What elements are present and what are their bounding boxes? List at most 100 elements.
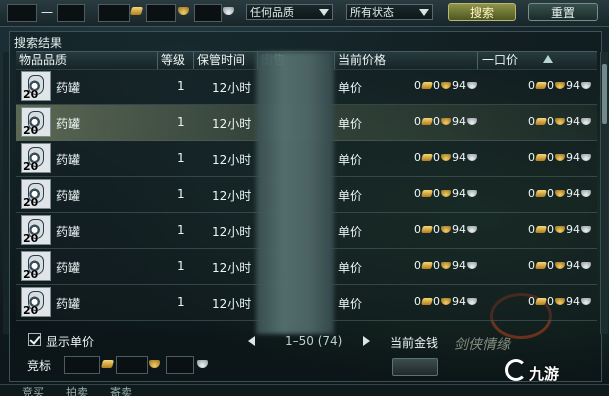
price-unit-label: 单价 [338,225,363,239]
status-dropdown[interactable]: 所有状态 [346,4,433,20]
current-price: 0 0 94 [414,295,478,308]
item-name: 药罐 [56,153,81,167]
watermark-logo-icon [505,359,527,381]
medicine-jar-icon[interactable]: 20 [21,179,51,209]
buyout-price-gold: 0 [547,115,554,128]
current-price-gold-bar: 0 [414,79,421,92]
watermark-text: 九游 [529,365,560,383]
item-quantity: 20 [23,232,39,245]
search-button[interactable]: 搜索 [448,3,516,21]
buyout-price-silver: 94 [566,115,580,128]
scroll-thumb[interactable] [602,64,607,124]
bid-gold-input[interactable] [116,356,148,374]
gold-ingot-icon [178,7,189,15]
item-quantity: 20 [23,88,39,101]
medicine-jar-icon[interactable]: 20 [21,287,51,317]
buyout-price: 0 0 94 [528,79,592,92]
bid-silver-input[interactable] [166,356,194,374]
gold-bar-icon [535,154,547,161]
current-price-silver: 94 [452,115,466,128]
current-price-gold-bar: 0 [414,151,421,164]
buyout-price-silver: 94 [566,259,580,272]
gold-ingot-icon [555,154,565,161]
price-gold-input[interactable] [146,4,176,22]
current-price-gold: 0 [433,187,440,200]
buyout-price-gold: 0 [547,295,554,308]
price-gold-bar-input[interactable] [98,4,130,22]
current-price-gold: 0 [433,223,440,236]
bid-gold-bar-input[interactable] [64,356,100,374]
next-page-icon[interactable] [363,336,370,346]
gold-bar-icon [100,360,115,368]
buyout-price: 0 0 94 [528,115,592,128]
current-price: 0 0 94 [414,259,478,272]
gold-ingot-icon [441,298,451,305]
buyout-price-gold-bar: 0 [528,79,535,92]
current-gold-label: 当前金钱 [390,336,439,350]
col-keep-time[interactable]: 保管时间 [197,53,245,68]
gold-bar-icon [421,298,433,305]
current-price-gold: 0 [433,151,440,164]
price-silver-input[interactable] [194,4,222,22]
panel-title: 搜索结果 [14,36,63,50]
silver-ingot-icon [581,154,591,161]
silver-ingot-icon [223,7,234,15]
level-min-input[interactable] [7,4,37,22]
medicine-jar-icon[interactable]: 20 [21,251,51,281]
reset-button[interactable]: 重置 [528,3,598,21]
price-unit-label: 单价 [338,189,363,203]
col-current-price[interactable]: 当前价格 [338,53,386,68]
silver-ingot-icon [581,226,591,233]
quality-dropdown[interactable]: 任何品质 [246,4,333,20]
current-price-gold: 0 [433,79,440,92]
gold-bar-icon [535,226,547,233]
buyout-price: 0 0 94 [528,259,592,272]
bottom-tabs [0,384,609,396]
gold-ingot-icon [441,118,451,125]
col-level[interactable]: 等级 [161,53,185,68]
gold-bar-icon [421,118,433,125]
prev-page-icon[interactable] [248,336,255,346]
medicine-jar-icon[interactable]: 20 [21,71,51,101]
item-quantity: 20 [23,304,39,317]
buyout-price-gold-bar: 0 [528,295,535,308]
buyout-price-gold-bar: 0 [528,187,535,200]
show-unit-price-checkbox[interactable] [28,333,41,346]
item-level: 1 [177,187,185,201]
medicine-jar-icon[interactable]: 20 [21,107,51,137]
tab-consign[interactable]: 寄卖 [110,384,132,396]
tab-bidding[interactable]: 竞买 [22,384,44,396]
current-price-gold-bar: 0 [414,115,421,128]
col-buyout-price[interactable]: 一口价 [482,53,518,68]
bid-button[interactable] [392,358,438,376]
buyout-price-gold: 0 [547,187,554,200]
silver-ingot-icon [581,118,591,125]
current-price-silver: 94 [452,79,466,92]
sort-ascending-icon[interactable] [543,55,553,63]
silver-ingot-icon [467,118,477,125]
buyout-price-gold-bar: 0 [528,151,535,164]
silver-ingot-icon [467,262,477,269]
current-price-gold: 0 [433,259,440,272]
item-level: 1 [177,259,185,273]
results-scrollbar[interactable] [600,52,608,334]
gold-ingot-icon [441,226,451,233]
item-keep-time: 12小时 [212,225,252,239]
gold-ingot-icon [555,118,565,125]
buyout-price-silver: 94 [566,187,580,200]
silver-ingot-icon [467,154,477,161]
gold-bar-icon [421,226,433,233]
medicine-jar-icon[interactable]: 20 [21,215,51,245]
current-price-silver: 94 [452,295,466,308]
item-quantity: 20 [23,268,39,281]
item-name: 药罐 [56,297,81,311]
item-name: 药罐 [56,261,81,275]
range-dash: 一 [41,6,54,20]
level-max-input[interactable] [57,4,85,22]
tab-auction[interactable]: 拍卖 [66,384,88,396]
col-item-quality[interactable]: 物品品质 [19,53,67,68]
current-price: 0 0 94 [414,187,478,200]
price-unit-label: 单价 [338,261,363,275]
item-keep-time: 12小时 [212,261,252,275]
medicine-jar-icon[interactable]: 20 [21,143,51,173]
